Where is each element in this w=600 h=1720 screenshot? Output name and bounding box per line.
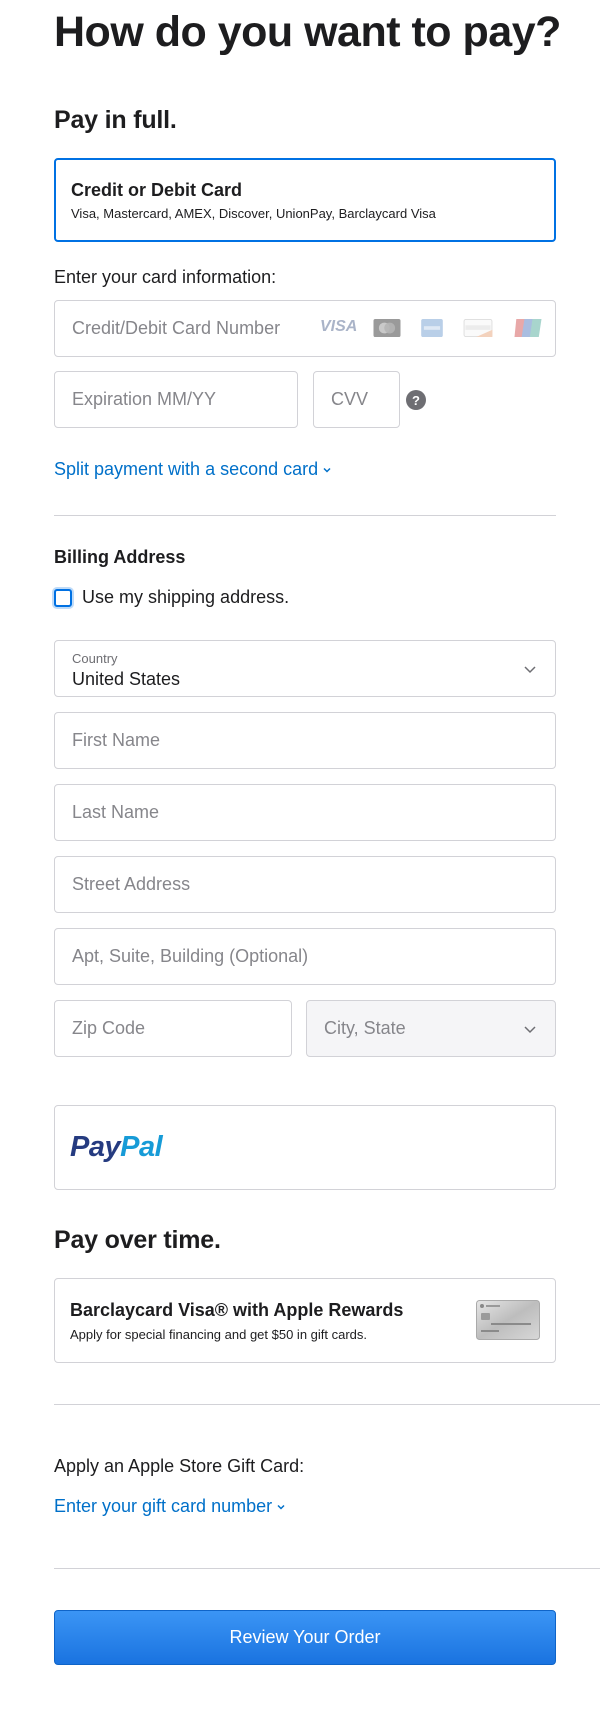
review-order-button[interactable]: Review Your Order	[54, 1610, 556, 1665]
paypal-logo-pay: Pay	[70, 1131, 121, 1163]
expiration-placeholder: Expiration MM/YY	[72, 389, 217, 409]
split-payment-link[interactable]: Split payment with a second card	[54, 459, 332, 480]
mastercard-icon	[373, 319, 401, 337]
credit-debit-card-subtitle: Visa, Mastercard, AMEX, Discover, UnionP…	[71, 206, 436, 221]
page-title: How do you want to pay?	[54, 8, 561, 56]
cvv-help-icon[interactable]: ?	[406, 390, 426, 410]
amex-icon	[421, 319, 443, 337]
city-state-select[interactable]: City, State	[306, 1000, 556, 1057]
use-shipping-checkbox[interactable]	[54, 588, 72, 607]
barclaycard-card-image	[476, 1300, 540, 1340]
apt-suite-input[interactable]: Apt, Suite, Building (Optional)	[54, 928, 556, 985]
first-name-input[interactable]: First Name	[54, 712, 556, 769]
chevron-down-icon	[277, 1504, 285, 1510]
gift-card-link-text: Enter your gift card number	[54, 1496, 273, 1516]
street-address-input[interactable]: Street Address	[54, 856, 556, 913]
credit-debit-card-title: Credit or Debit Card	[71, 180, 243, 200]
apt-suite-placeholder: Apt, Suite, Building (Optional)	[72, 946, 309, 966]
use-shipping-label: Use my shipping address.	[82, 587, 290, 607]
country-label: Country	[72, 651, 118, 666]
zip-code-input[interactable]: Zip Code	[54, 1000, 292, 1057]
divider	[54, 1404, 600, 1405]
cvv-placeholder: CVV	[331, 389, 369, 409]
barclaycard-subtitle: Apply for special financing and get $50 …	[70, 1327, 368, 1342]
barclaycard-option[interactable]: Barclaycard Visa® with Apple Rewards App…	[54, 1278, 556, 1363]
divider	[54, 1568, 600, 1569]
use-shipping-address-option[interactable]: Use my shipping address.	[54, 587, 289, 608]
unionpay-icon	[514, 319, 542, 337]
card-number-placeholder: Credit/Debit Card Number	[72, 318, 281, 338]
pay-in-full-heading: Pay in full.	[54, 106, 177, 134]
zip-code-placeholder: Zip Code	[72, 1018, 146, 1038]
expiration-input[interactable]: Expiration MM/YY	[54, 371, 298, 428]
divider	[54, 515, 556, 516]
first-name-placeholder: First Name	[72, 730, 161, 750]
billing-address-heading: Billing Address	[54, 547, 186, 567]
city-state-placeholder: City, State	[324, 1018, 406, 1038]
card-info-label: Enter your card information:	[54, 267, 277, 287]
gift-card-label: Apply an Apple Store Gift Card:	[54, 1456, 305, 1476]
country-select[interactable]: Country United States	[54, 640, 556, 697]
chevron-down-icon	[323, 467, 331, 473]
chevron-down-icon	[524, 665, 536, 673]
country-value: United States	[72, 669, 181, 689]
gift-card-link[interactable]: Enter your gift card number	[54, 1496, 286, 1517]
last-name-input[interactable]: Last Name	[54, 784, 556, 841]
paypal-logo: PayPal	[70, 1131, 163, 1164]
barclaycard-title: Barclaycard Visa® with Apple Rewards	[70, 1300, 404, 1320]
cvv-input[interactable]: CVV	[313, 371, 400, 428]
paypal-logo-pal: Pal	[120, 1131, 163, 1163]
split-payment-link-text: Split payment with a second card	[54, 459, 319, 479]
discover-icon	[463, 319, 493, 337]
card-number-input[interactable]: Credit/Debit Card Number VISA	[54, 300, 556, 357]
visa-icon: VISA	[320, 318, 358, 335]
chevron-down-icon	[524, 1025, 536, 1033]
credit-debit-card-option[interactable]: Credit or Debit Card Visa, Mastercard, A…	[54, 158, 556, 242]
pay-over-time-heading: Pay over time.	[54, 1226, 221, 1254]
last-name-placeholder: Last Name	[72, 802, 160, 822]
paypal-option[interactable]: PayPal	[54, 1105, 556, 1190]
street-address-placeholder: Street Address	[72, 874, 191, 894]
